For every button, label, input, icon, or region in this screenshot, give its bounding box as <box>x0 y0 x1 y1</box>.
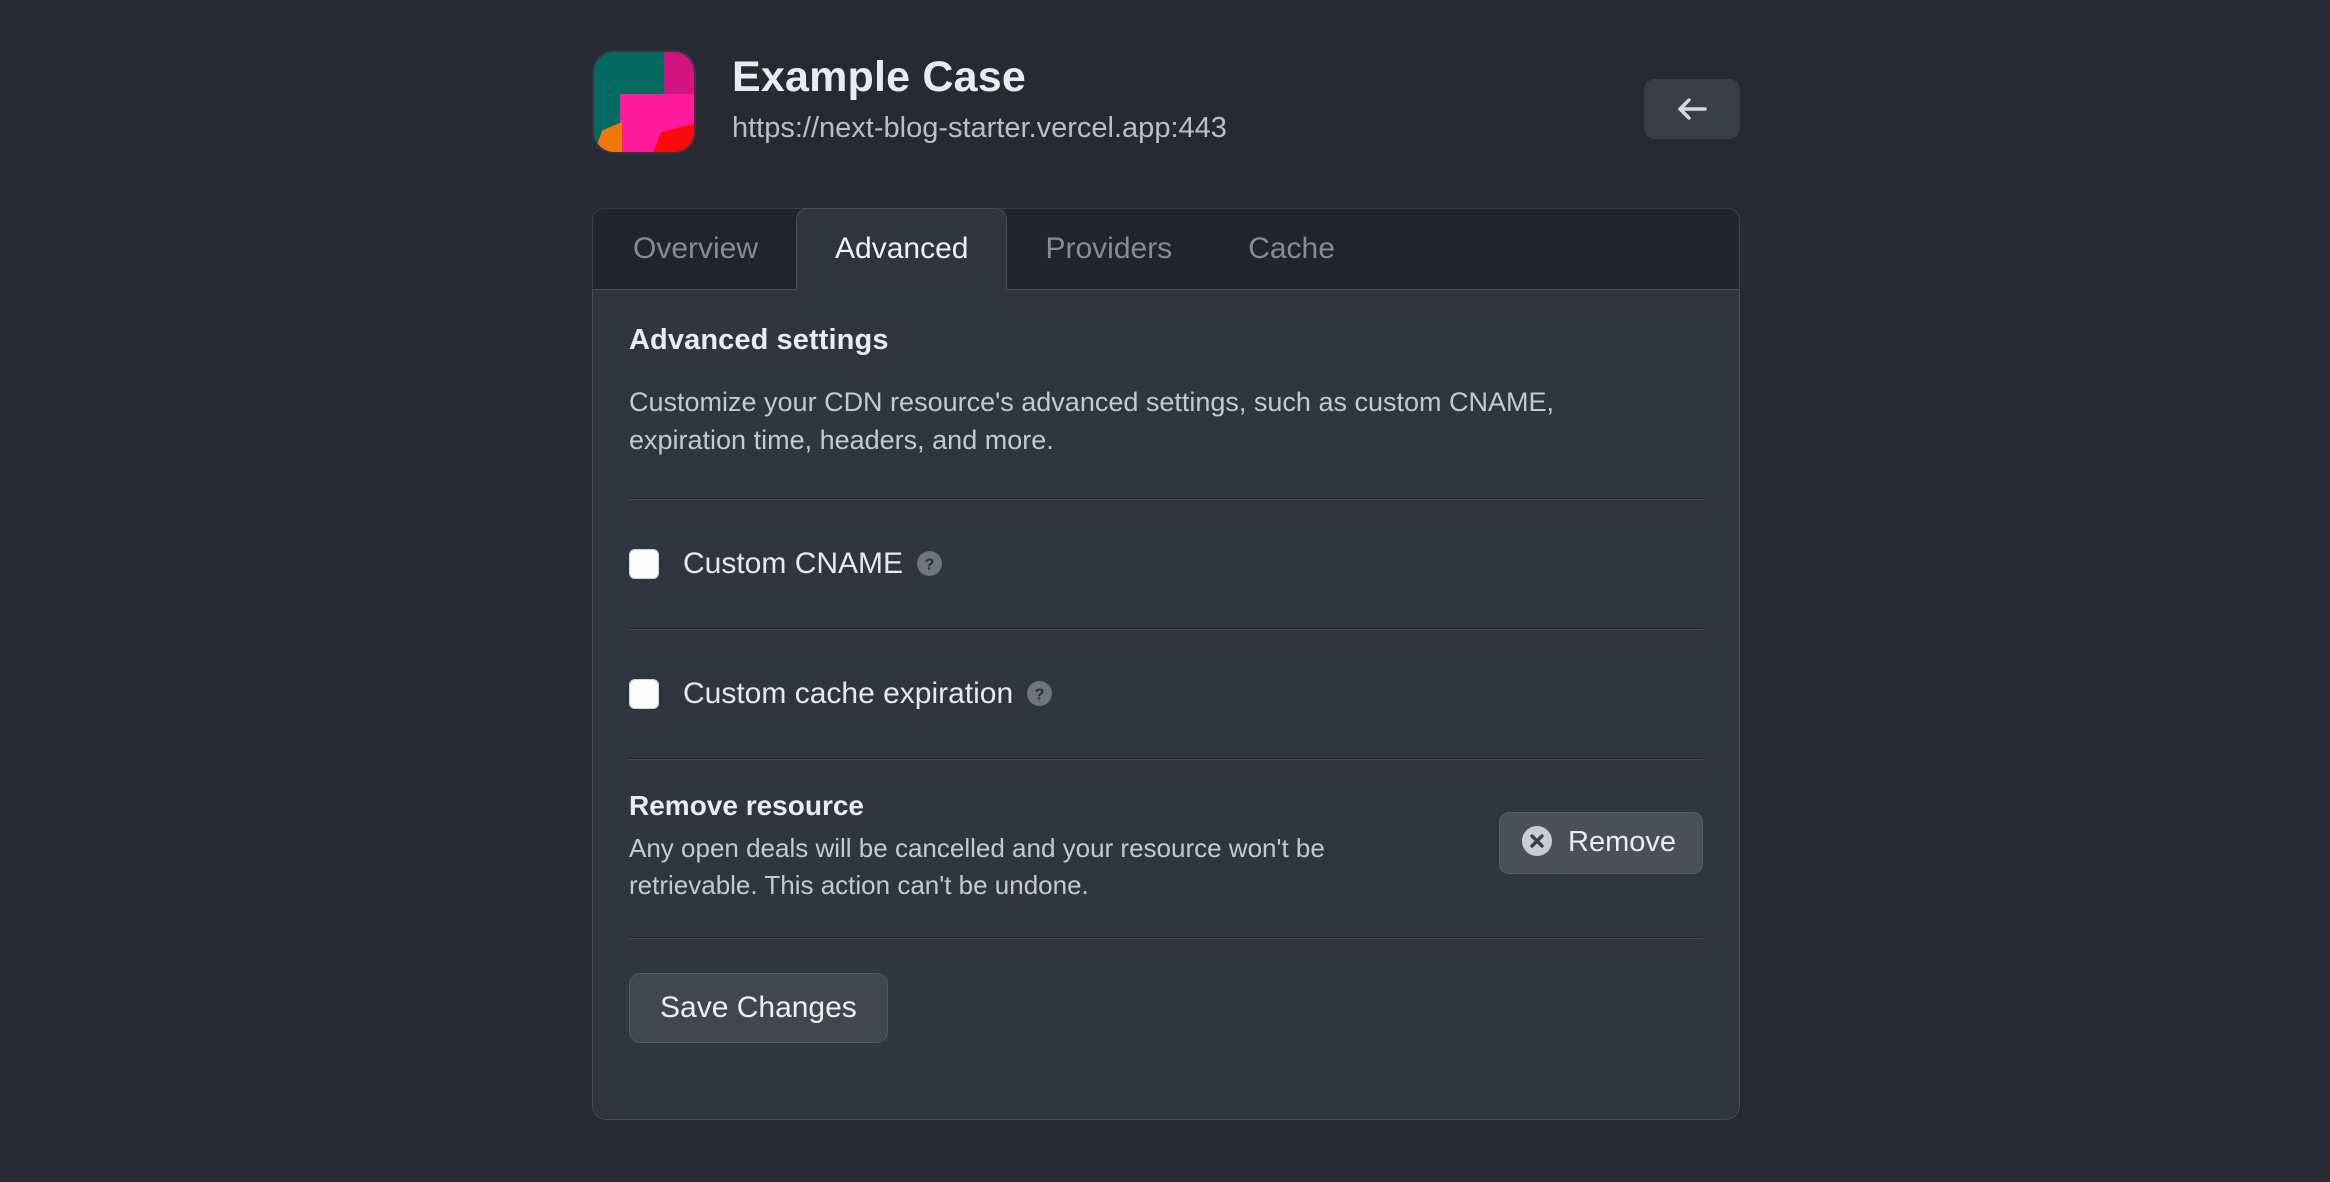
svg-text:?: ? <box>925 557 935 574</box>
save-section: Save Changes <box>629 939 1703 1044</box>
tab-advanced[interactable]: Advanced <box>796 208 1008 290</box>
vercel-app-logo-icon <box>592 50 696 154</box>
checkbox-label-custom-cache-expiration: Custom cache expiration <box>683 676 1014 710</box>
tab-bar: Overview Advanced Providers Cache <box>592 208 1740 290</box>
tab-overview-label: Overview <box>633 231 759 265</box>
header-text-block: Example Case https://next-blog-starter.v… <box>732 48 1227 146</box>
option-row-custom-cache-expiration[interactable]: Custom cache expiration ? <box>629 630 1703 758</box>
tab-cache[interactable]: Cache <box>1210 208 1373 289</box>
remove-button-label: Remove <box>1568 826 1676 859</box>
remove-resource-description: Any open deals will be cancelled and you… <box>629 832 1325 900</box>
remove-resource-section: Remove resource Any open deals will be c… <box>629 760 1703 938</box>
settings-card: Overview Advanced Providers Cache Advanc… <box>592 208 1740 1120</box>
tab-overview[interactable]: Overview <box>595 208 796 289</box>
advanced-panel: Advanced settings Customize your CDN res… <box>592 290 1740 1120</box>
page-title: Example Case <box>732 53 1027 101</box>
help-circle-icon[interactable]: ? <box>917 551 943 577</box>
resource-header: Example Case https://next-blog-starter.v… <box>592 48 1740 166</box>
tab-cache-label: Cache <box>1248 231 1335 265</box>
remove-resource-text: Remove resource Any open deals will be c… <box>629 790 1429 904</box>
remove-resource-title: Remove resource <box>629 789 865 821</box>
option-row-custom-cname[interactable]: Custom CNAME ? <box>629 500 1703 628</box>
close-circle-icon <box>1522 826 1552 859</box>
checkbox-custom-cache-expiration[interactable] <box>629 678 659 709</box>
arrow-left-icon <box>1674 94 1710 124</box>
tab-providers-label: Providers <box>1045 231 1173 265</box>
svg-text:?: ? <box>1035 687 1045 704</box>
checkbox-label-custom-cname: Custom CNAME <box>683 546 904 580</box>
app-root: Example Case https://next-blog-starter.v… <box>0 0 2330 1182</box>
logo-shape-orange <box>594 122 622 152</box>
tab-providers[interactable]: Providers <box>1007 208 1210 289</box>
section-description: Customize your CDN resource's advanced s… <box>629 387 1555 456</box>
back-button[interactable] <box>1644 79 1740 139</box>
section-heading: Advanced settings <box>629 324 889 356</box>
logo-shape-magenta <box>664 52 694 100</box>
tab-advanced-label: Advanced <box>835 232 969 265</box>
remove-button[interactable]: Remove <box>1499 811 1703 874</box>
resource-url: https://next-blog-starter.vercel.app:443 <box>732 112 1227 145</box>
help-circle-icon[interactable]: ? <box>1027 681 1053 707</box>
checkbox-custom-cname[interactable] <box>629 548 659 579</box>
save-changes-button[interactable]: Save Changes <box>629 973 888 1044</box>
